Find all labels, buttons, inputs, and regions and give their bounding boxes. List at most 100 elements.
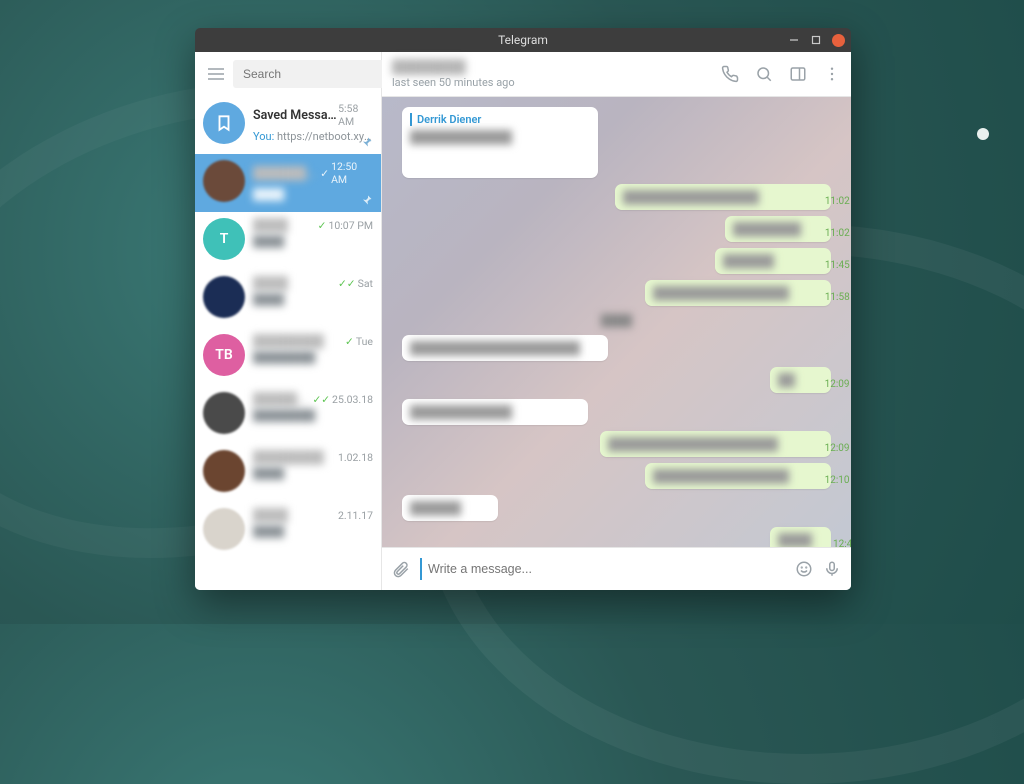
message-body: ██ bbox=[778, 373, 823, 387]
chat-list-item[interactable]: ████████✓ 12:50 AM ████ bbox=[195, 154, 381, 212]
avatar bbox=[203, 392, 245, 434]
message-in[interactable]: Derrik Diener ████████████ bbox=[402, 107, 598, 178]
chat-preview: ████ bbox=[253, 235, 373, 248]
sidebar-toggle-icon[interactable] bbox=[789, 65, 807, 83]
message-body: ████████████████ bbox=[653, 469, 823, 483]
chat-header-name: ████████ bbox=[392, 59, 721, 75]
message-out[interactable]: ████████11:02 PM ✓✓ bbox=[725, 216, 831, 242]
chat-meta: 5:58 AM bbox=[338, 102, 373, 128]
chat-list-item[interactable]: ████████✓✓ 25.03.18████████ bbox=[195, 386, 381, 444]
message-body: ████████████ bbox=[410, 130, 590, 172]
avatar: T bbox=[203, 218, 245, 260]
message-body: ████████████████████ bbox=[410, 341, 600, 355]
chat-preview: You: https://netboot.xyz... bbox=[253, 130, 373, 143]
maximize-icon[interactable] bbox=[810, 34, 822, 46]
message-out[interactable]: ████12:41 AM ✓ bbox=[770, 527, 831, 547]
chat-name: ████████ bbox=[253, 166, 320, 181]
message-time: 11:02 PM ✓✓ bbox=[825, 196, 851, 207]
avatar bbox=[203, 276, 245, 318]
chat-name: ████ bbox=[253, 276, 288, 291]
more-icon[interactable] bbox=[823, 65, 841, 83]
chat-name: ████████ bbox=[253, 450, 324, 465]
forwarded-from: Derrik Diener bbox=[410, 113, 590, 126]
message-body: ████████ bbox=[733, 222, 823, 236]
avatar bbox=[203, 160, 245, 202]
message-body: ████████████████ bbox=[623, 190, 823, 204]
message-body: ██████ bbox=[410, 501, 490, 515]
window-title: Telegram bbox=[498, 33, 548, 47]
chat-list-item[interactable]: TB ████████ ✓ Tue ████████ bbox=[195, 328, 381, 386]
chat-name: Saved Messages bbox=[253, 108, 338, 123]
message-body: ████ bbox=[778, 533, 823, 547]
wallpaper-accent bbox=[977, 128, 989, 140]
chat-header: ████████ last seen 50 minutes ago bbox=[382, 52, 851, 97]
chat-list-item[interactable]: ████ 2.11.17 ████ bbox=[195, 502, 381, 560]
attach-icon[interactable] bbox=[392, 560, 410, 578]
chat-preview: ████ bbox=[253, 525, 373, 538]
search-icon[interactable] bbox=[755, 65, 773, 83]
message-input[interactable] bbox=[420, 558, 785, 580]
chat-name: ████████ bbox=[253, 334, 324, 349]
chat-list: Saved Messages 5:58 AM You: https://netbo… bbox=[195, 96, 381, 590]
messages: Derrik Diener███████████████████████████… bbox=[382, 97, 851, 547]
message-out[interactable]: ████████████████12:10 AM ✓✓ bbox=[645, 463, 831, 489]
avatar: TB bbox=[203, 334, 245, 376]
conversation-pane: ████████ last seen 50 minutes ago bbox=[382, 52, 851, 590]
chat-preview: ████████ bbox=[253, 409, 373, 422]
message-out[interactable]: ██12:09 AM ✓✓ bbox=[770, 367, 831, 393]
titlebar: Telegram bbox=[195, 28, 851, 52]
chat-meta: ✓ Tue bbox=[345, 335, 373, 348]
message-body: ██████ bbox=[723, 254, 823, 268]
message-in[interactable]: ██████ bbox=[402, 495, 498, 521]
chat-meta: ✓ 10:07 PM bbox=[318, 219, 373, 232]
message-time: 12:10 AM ✓✓ bbox=[825, 475, 851, 486]
message-in[interactable]: ████████████ bbox=[402, 399, 588, 425]
message-in[interactable]: ████████████████████ bbox=[402, 335, 608, 361]
message-out[interactable]: ████████████████11:58 PM ✓✓ bbox=[645, 280, 831, 306]
chat-list-item[interactable]: T ████ ✓ 10:07 PM ████ bbox=[195, 212, 381, 270]
message-body: ████████████████████ bbox=[608, 437, 823, 451]
close-icon[interactable] bbox=[832, 34, 845, 47]
chat-meta: ✓✓ 25.03.18 bbox=[312, 393, 373, 406]
message-time: 11:58 PM ✓✓ bbox=[825, 292, 851, 303]
search-input[interactable] bbox=[233, 60, 395, 88]
chat-name: ████████ bbox=[253, 392, 312, 407]
message-body: ████████████████ bbox=[653, 286, 823, 300]
chat-meta: 1.02.18 bbox=[338, 451, 373, 464]
chat-preview: ████ bbox=[253, 467, 373, 480]
pin-icon bbox=[361, 136, 373, 148]
sidebar: Saved Messages 5:58 AM You: https://netbo… bbox=[195, 52, 382, 590]
message-body: ████████████ bbox=[410, 405, 580, 419]
menu-button[interactable] bbox=[201, 59, 231, 89]
chat-list-item[interactable]: Saved Messages 5:58 AM You: https://netbo… bbox=[195, 96, 381, 154]
chat-meta: 2.11.17 bbox=[338, 509, 373, 522]
emoji-icon[interactable] bbox=[795, 560, 813, 578]
date-separator: ████ bbox=[593, 312, 640, 329]
message-out[interactable]: ████████████████11:02 PM ✓✓ bbox=[615, 184, 831, 210]
minimize-icon[interactable] bbox=[788, 34, 800, 46]
chat-preview: ████ bbox=[253, 293, 373, 306]
compose-bar bbox=[382, 547, 851, 590]
chat-preview: ████ bbox=[253, 188, 373, 201]
chat-list-item[interactable]: ████ ✓✓ Sat ████ bbox=[195, 270, 381, 328]
chat-preview: ████████ bbox=[253, 351, 373, 364]
message-out[interactable]: ██████11:45 PM ✓✓ bbox=[715, 248, 831, 274]
chat-list-item[interactable]: ████████ 1.02.18 ████ bbox=[195, 444, 381, 502]
message-time: 12:41 AM ✓ bbox=[833, 539, 851, 547]
message-time: 11:02 PM ✓✓ bbox=[825, 228, 851, 239]
avatar bbox=[203, 450, 245, 492]
chat-name: ████ bbox=[253, 508, 288, 523]
message-out[interactable]: ████████████████████12:09 AM ✓✓ bbox=[600, 431, 831, 457]
call-icon[interactable] bbox=[721, 65, 739, 83]
chat-meta: ✓✓ Sat bbox=[338, 277, 373, 290]
chat-meta: ✓ 12:50 AM bbox=[320, 160, 373, 186]
message-time: 12:09 AM ✓✓ bbox=[825, 443, 851, 454]
chat-header-status: last seen 50 minutes ago bbox=[392, 76, 721, 89]
mic-icon[interactable] bbox=[823, 560, 841, 578]
window: Telegram Saved Messages 5:58 AM You: http… bbox=[195, 28, 851, 590]
chat-name: ████ bbox=[253, 218, 288, 233]
message-time: 12:09 AM ✓✓ bbox=[825, 379, 851, 390]
pin-icon bbox=[361, 194, 373, 206]
avatar bbox=[203, 508, 245, 550]
message-time: 11:45 PM ✓✓ bbox=[825, 260, 851, 271]
